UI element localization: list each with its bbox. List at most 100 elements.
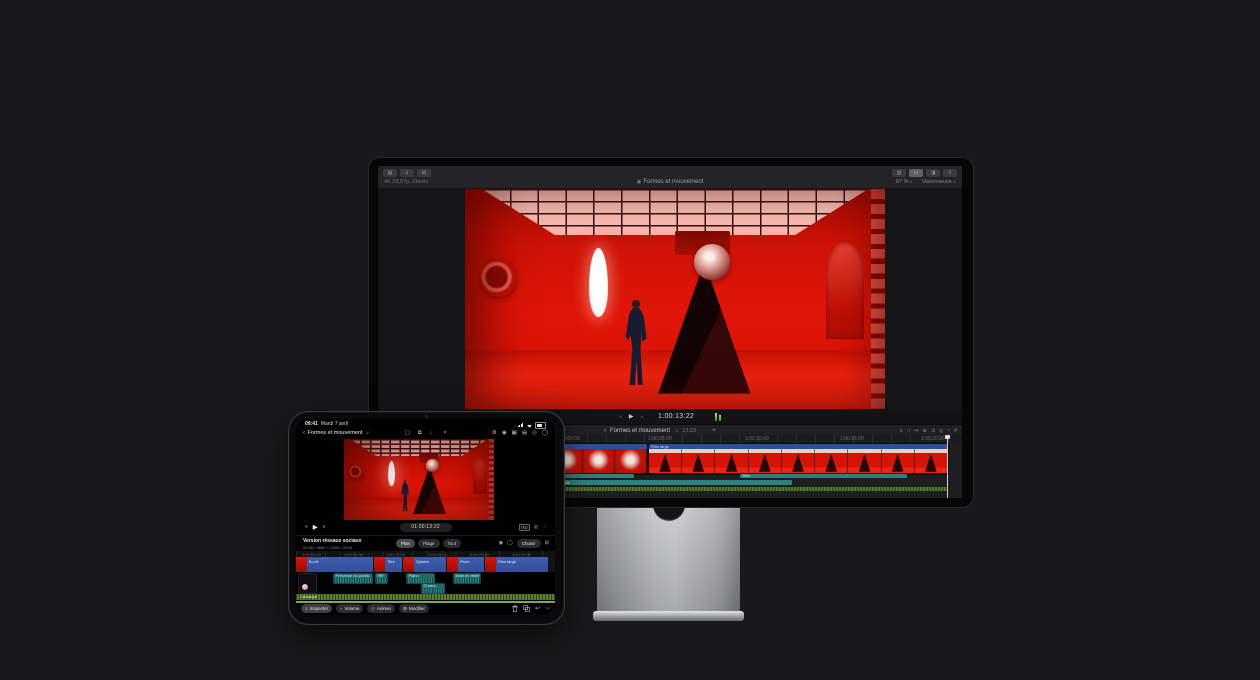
segment-plage[interactable]: Plage [418, 539, 440, 548]
chevron-down-icon: ∨ [910, 179, 913, 184]
audio-clip[interactable]: Présence du public [333, 573, 373, 584]
versions-icon[interactable]: ▢ [405, 430, 410, 436]
back-icon[interactable]: ‹ [303, 430, 305, 436]
segment-tout[interactable]: Tout [443, 539, 462, 548]
effects-browser-icon[interactable]: ⊞ [417, 169, 431, 177]
modify-button[interactable]: ⊞ Modifier [399, 604, 429, 613]
audio-meters[interactable] [715, 413, 721, 421]
skip-forward-icon[interactable]: » [323, 524, 326, 530]
back-icon[interactable]: ‹ [604, 428, 606, 434]
skip-back-icon[interactable]: « [305, 524, 308, 530]
more-icon[interactable]: ⋯ [542, 524, 547, 530]
zoom-icon[interactable]: ◎ [532, 430, 537, 436]
audio-clip[interactable]: Mise en relief [453, 573, 481, 584]
audio-clip[interactable]: Riff [375, 573, 388, 584]
choose-button[interactable]: Choisir [517, 539, 541, 548]
ruler-tick: 1:00:10:00 [745, 436, 769, 442]
jog-wheel-icon[interactable]: ◉ [502, 430, 507, 436]
play-icon[interactable]: ▶ [313, 523, 318, 531]
audio-waveform [334, 578, 372, 583]
skip-forward-icon[interactable]: » [641, 414, 644, 419]
skip-back-icon[interactable]: « [619, 414, 622, 419]
viewer-toolbar-left: ▤ ⇓ ⊞ [383, 169, 431, 177]
video-frame [465, 189, 885, 409]
volume-icon: ♪ [340, 606, 342, 611]
display-options-icon[interactable]: ▤ [522, 430, 527, 436]
overflow-icon[interactable]: ⊞ [545, 540, 549, 546]
front-camera [425, 415, 428, 418]
undo-icon[interactable]: ↩ [535, 605, 540, 612]
clip-thumbnail [485, 557, 496, 572]
close-project-icon[interactable]: × [443, 430, 446, 436]
clip-name: Sphère [416, 559, 429, 564]
audio-waveform [422, 588, 444, 593]
video-clip[interactable]: Pivot [447, 557, 485, 572]
tools-icon[interactable]: ◎ [939, 428, 943, 434]
video-clip[interactable]: Titre [374, 557, 403, 572]
timecode-display[interactable]: 1:00:13:22 [658, 413, 694, 420]
timeline-project-title[interactable]: Formes et mouvement [610, 428, 670, 434]
insert-clip-icon[interactable]: ↦ [914, 428, 918, 434]
chevron-down-icon: ∨ [366, 430, 369, 436]
share-icon[interactable]: ↥ [943, 169, 957, 177]
video-clip[interactable]: Sphère [403, 557, 447, 572]
redo-icon[interactable]: ↪ [545, 605, 550, 612]
fcp-viewer-toolbar: ▤ ⇓ ⊞ ▥ ▭ ◨ ↥ 4K 29,97p, Stéréo ▣Formes … [378, 166, 962, 189]
play-icon[interactable]: ▶ [629, 413, 634, 420]
connected-clip-thumbnail[interactable] [298, 573, 317, 594]
delete-icon[interactable] [512, 605, 518, 612]
timecode-display[interactable]: 01:00:13:22 [400, 523, 452, 532]
status-time: 09:41 [305, 421, 318, 427]
timeline-clip-wide[interactable]: Plan large [648, 443, 949, 475]
segment-plan[interactable]: Plan [396, 539, 415, 548]
video-clip[interactable]: B-roll [296, 557, 374, 572]
ruler-tick: 1:00:08:00 [344, 552, 363, 557]
connect-clip-icon[interactable]: ∩ [907, 428, 911, 434]
audio-clip-name: Mise en relief [454, 574, 480, 578]
index-icon[interactable]: ≡ [900, 428, 903, 434]
settings-icon[interactable]: ⚙ [492, 430, 497, 436]
volume-button[interactable]: ♪ Volume [336, 604, 363, 613]
skimming-icon[interactable]: ~ [947, 428, 950, 434]
zoom-icon[interactable]: ◎ [534, 524, 538, 530]
inspector-panel-icon[interactable]: ◨ [926, 169, 940, 177]
voiceover-mic-icon[interactable]: ♩ [430, 430, 436, 436]
clip-thumbnail [374, 557, 385, 572]
modify-icon: ⊞ [403, 606, 407, 612]
sidebar-icon[interactable]: ▤ [383, 169, 397, 177]
chevron-down-icon: ∨ [953, 179, 956, 184]
project-nav[interactable]: ‹ Formes et mouvement ∨ [303, 428, 369, 438]
more-icon[interactable]: ◯ [542, 430, 548, 436]
media-browser-icon[interactable]: ⧉ [418, 430, 422, 437]
inspect-button[interactable]: ≡ Inspecter [301, 604, 332, 613]
eye-icon[interactable]: ◉ [499, 540, 503, 546]
zoom-level-dropdown[interactable]: 87 %∨ [896, 179, 913, 185]
video-frame [344, 439, 494, 520]
music-track-name: ♪ Musique [296, 594, 555, 600]
clip-filmstrip [649, 449, 948, 473]
browser-panel-icon[interactable]: ▥ [892, 169, 906, 177]
timeline-project-title: Version réseaux sociaux [303, 538, 361, 544]
music-track[interactable]: ♪ Musique [296, 594, 555, 600]
connected-title-clip[interactable]: Titre [740, 474, 907, 478]
clip-name: Titre [387, 559, 395, 564]
marketing-scene: ▤ ⇓ ⊞ ▥ ▭ ◨ ↥ 4K 29,97p, Stéréo ▣Formes … [0, 0, 1260, 680]
ipad-bottom-toolbar: ≡ Inspecter ♪ Volume ◇ Animer ⊞ Modifier [296, 604, 555, 615]
viewer-dropdown[interactable]: Visionneuse∨ [922, 179, 956, 185]
thumbnails-icon[interactable]: ▦ [512, 430, 517, 436]
import-icon[interactable]: ⇓ [400, 169, 414, 177]
clip-thumbnail [649, 449, 682, 473]
loop-icon[interactable]: ◯ [507, 540, 513, 546]
overwrite-clip-icon[interactable]: ⇉ [931, 428, 935, 434]
quality-badge[interactable]: HD [519, 524, 530, 531]
append-clip-icon[interactable]: ⊕ [923, 428, 927, 434]
duplicate-icon[interactable] [523, 605, 530, 612]
audio-waveform [454, 578, 480, 583]
animate-button[interactable]: ◇ Animer [367, 604, 395, 613]
snapping-icon[interactable]: # [954, 428, 957, 434]
add-project-icon[interactable]: + [712, 427, 716, 434]
video-clip[interactable]: Plan large [485, 557, 549, 572]
timeline-panel-icon[interactable]: ▭ [909, 169, 923, 177]
audio-clip[interactable]: Chœur [421, 583, 445, 594]
playhead[interactable] [947, 435, 948, 498]
